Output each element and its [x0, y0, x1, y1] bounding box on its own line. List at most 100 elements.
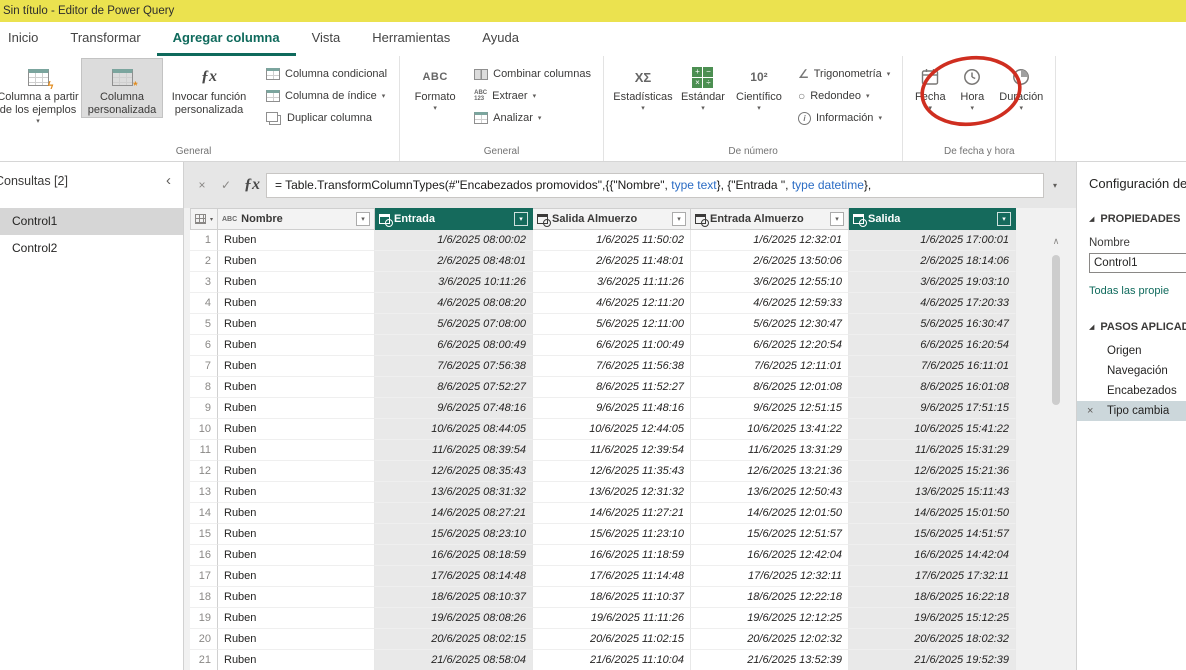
cell[interactable]: 18/6/2025 12:22:18 [691, 587, 849, 608]
query-item-control2[interactable]: Control2 [0, 235, 183, 262]
row-number[interactable]: 3 [190, 272, 218, 293]
custom-column-button[interactable]: * Columna personalizada [82, 59, 162, 117]
cell[interactable]: 1/6/2025 17:00:01 [849, 230, 1016, 251]
cell[interactable]: 15/6/2025 12:51:57 [691, 524, 849, 545]
duplicate-column-button[interactable]: Duplicar columna [266, 110, 387, 126]
cell[interactable]: 7/6/2025 07:56:38 [375, 356, 533, 377]
cell[interactable]: 6/6/2025 08:00:49 [375, 335, 533, 356]
filter-button[interactable]: ▾ [830, 212, 844, 226]
cell[interactable]: 11/6/2025 15:31:29 [849, 440, 1016, 461]
tab-ayuda[interactable]: Ayuda [466, 22, 535, 56]
table-row[interactable]: 9Ruben9/6/2025 07:48:169/6/2025 11:48:16… [190, 398, 1016, 419]
row-number[interactable]: 20 [190, 629, 218, 650]
step-tipo-cambiado[interactable]: × Tipo cambia [1077, 401, 1186, 421]
delete-step-icon[interactable]: × [1087, 401, 1093, 421]
cell[interactable]: 16/6/2025 14:42:04 [849, 545, 1016, 566]
applied-steps-section-header[interactable]: ◢ PASOS APLICAD [1077, 297, 1186, 333]
collapse-pane-icon[interactable]: ‹ [166, 175, 171, 187]
cell[interactable]: 11/6/2025 08:39:54 [375, 440, 533, 461]
tab-herramientas[interactable]: Herramientas [356, 22, 466, 56]
cell[interactable]: Ruben [218, 440, 375, 461]
cancel-formula-button[interactable]: × [190, 178, 214, 192]
table-row[interactable]: 12Ruben12/6/2025 08:35:4312/6/2025 11:35… [190, 461, 1016, 482]
cell[interactable]: 10/6/2025 13:41:22 [691, 419, 849, 440]
duration-button[interactable]: Duración ▾ [993, 59, 1049, 114]
row-number[interactable]: 12 [190, 461, 218, 482]
row-number[interactable]: 10 [190, 419, 218, 440]
cell[interactable]: 5/6/2025 12:11:00 [533, 314, 691, 335]
tab-agregar-columna[interactable]: Agregar columna [157, 22, 296, 56]
cell[interactable]: Ruben [218, 545, 375, 566]
cell[interactable]: Ruben [218, 587, 375, 608]
cell[interactable]: 5/6/2025 07:08:00 [375, 314, 533, 335]
cell[interactable]: 20/6/2025 18:02:32 [849, 629, 1016, 650]
tab-inicio[interactable]: Inicio [0, 22, 54, 56]
cell[interactable]: 19/6/2025 08:08:26 [375, 608, 533, 629]
cell[interactable]: 14/6/2025 15:01:50 [849, 503, 1016, 524]
formula-input[interactable]: = Table.TransformColumnTypes(#"Encabezad… [266, 173, 1044, 198]
cell[interactable]: 19/6/2025 12:12:25 [691, 608, 849, 629]
table-row[interactable]: 16Ruben16/6/2025 08:18:5916/6/2025 11:18… [190, 545, 1016, 566]
filter-button[interactable]: ▾ [672, 212, 686, 226]
row-number[interactable]: 19 [190, 608, 218, 629]
time-button[interactable]: Hora ▾ [951, 59, 993, 114]
cell[interactable]: 10/6/2025 08:44:05 [375, 419, 533, 440]
cell[interactable]: 2/6/2025 18:14:06 [849, 251, 1016, 272]
cell[interactable]: 7/6/2025 16:11:01 [849, 356, 1016, 377]
column-header-salida[interactable]: Salida ▾ [849, 208, 1016, 230]
row-number[interactable]: 15 [190, 524, 218, 545]
cell[interactable]: 7/6/2025 12:11:01 [691, 356, 849, 377]
table-row[interactable]: 14Ruben14/6/2025 08:27:2114/6/2025 11:27… [190, 503, 1016, 524]
commit-formula-button[interactable]: ✓ [214, 178, 238, 192]
row-number[interactable]: 9 [190, 398, 218, 419]
filter-button[interactable]: ▾ [997, 212, 1011, 226]
cell[interactable]: 4/6/2025 08:08:20 [375, 293, 533, 314]
cell[interactable]: 20/6/2025 12:02:32 [691, 629, 849, 650]
cell[interactable]: 6/6/2025 16:20:54 [849, 335, 1016, 356]
row-number[interactable]: 17 [190, 566, 218, 587]
cell[interactable]: 21/6/2025 13:52:39 [691, 650, 849, 670]
cell[interactable]: Ruben [218, 272, 375, 293]
cell[interactable]: 10/6/2025 15:41:22 [849, 419, 1016, 440]
cell[interactable]: 2/6/2025 11:48:01 [533, 251, 691, 272]
cell[interactable]: 12/6/2025 15:21:36 [849, 461, 1016, 482]
cell[interactable]: 1/6/2025 12:32:01 [691, 230, 849, 251]
cell[interactable]: 15/6/2025 14:51:57 [849, 524, 1016, 545]
row-number[interactable]: 2 [190, 251, 218, 272]
cell[interactable]: 3/6/2025 10:11:26 [375, 272, 533, 293]
table-row[interactable]: 17Ruben17/6/2025 08:14:4817/6/2025 11:14… [190, 566, 1016, 587]
row-number[interactable]: 8 [190, 377, 218, 398]
row-number[interactable]: 6 [190, 335, 218, 356]
column-from-examples-button[interactable]: ϟ Columna a partir de los ejemplos ▾ [0, 59, 82, 127]
cell[interactable]: 16/6/2025 11:18:59 [533, 545, 691, 566]
table-row[interactable]: 11Ruben11/6/2025 08:39:5411/6/2025 12:39… [190, 440, 1016, 461]
cell[interactable]: 14/6/2025 12:01:50 [691, 503, 849, 524]
cell[interactable]: 5/6/2025 12:30:47 [691, 314, 849, 335]
trigonometry-button[interactable]: ∠ Trigonometría ▾ [798, 66, 890, 82]
cell[interactable]: 1/6/2025 11:50:02 [533, 230, 691, 251]
cell[interactable]: 21/6/2025 19:52:39 [849, 650, 1016, 670]
cell[interactable]: 1/6/2025 08:00:02 [375, 230, 533, 251]
cell[interactable]: 20/6/2025 11:02:15 [533, 629, 691, 650]
cell[interactable]: 13/6/2025 12:50:43 [691, 482, 849, 503]
cell[interactable]: 12/6/2025 11:35:43 [533, 461, 691, 482]
cell[interactable]: 19/6/2025 15:12:25 [849, 608, 1016, 629]
cell[interactable]: 10/6/2025 12:44:05 [533, 419, 691, 440]
row-number[interactable]: 11 [190, 440, 218, 461]
table-row[interactable]: 4Ruben4/6/2025 08:08:204/6/2025 12:11:20… [190, 293, 1016, 314]
column-header-nombre[interactable]: ABC Nombre ▾ [218, 208, 375, 230]
cell[interactable]: Ruben [218, 629, 375, 650]
table-row[interactable]: 20Ruben20/6/2025 08:02:1520/6/2025 11:02… [190, 629, 1016, 650]
cell[interactable]: 13/6/2025 12:31:32 [533, 482, 691, 503]
scroll-up-arrow[interactable]: ∧ [1048, 236, 1064, 247]
cell[interactable]: 20/6/2025 08:02:15 [375, 629, 533, 650]
cell[interactable]: 15/6/2025 08:23:10 [375, 524, 533, 545]
cell[interactable]: 18/6/2025 16:22:18 [849, 587, 1016, 608]
all-properties-link[interactable]: Todas las propie [1077, 273, 1186, 297]
cell[interactable]: 3/6/2025 12:55:10 [691, 272, 849, 293]
cell[interactable]: Ruben [218, 398, 375, 419]
index-column-button[interactable]: Columna de índice ▾ [266, 88, 387, 104]
cell[interactable]: 17/6/2025 17:32:11 [849, 566, 1016, 587]
row-number[interactable]: 13 [190, 482, 218, 503]
cell[interactable]: 9/6/2025 12:51:15 [691, 398, 849, 419]
